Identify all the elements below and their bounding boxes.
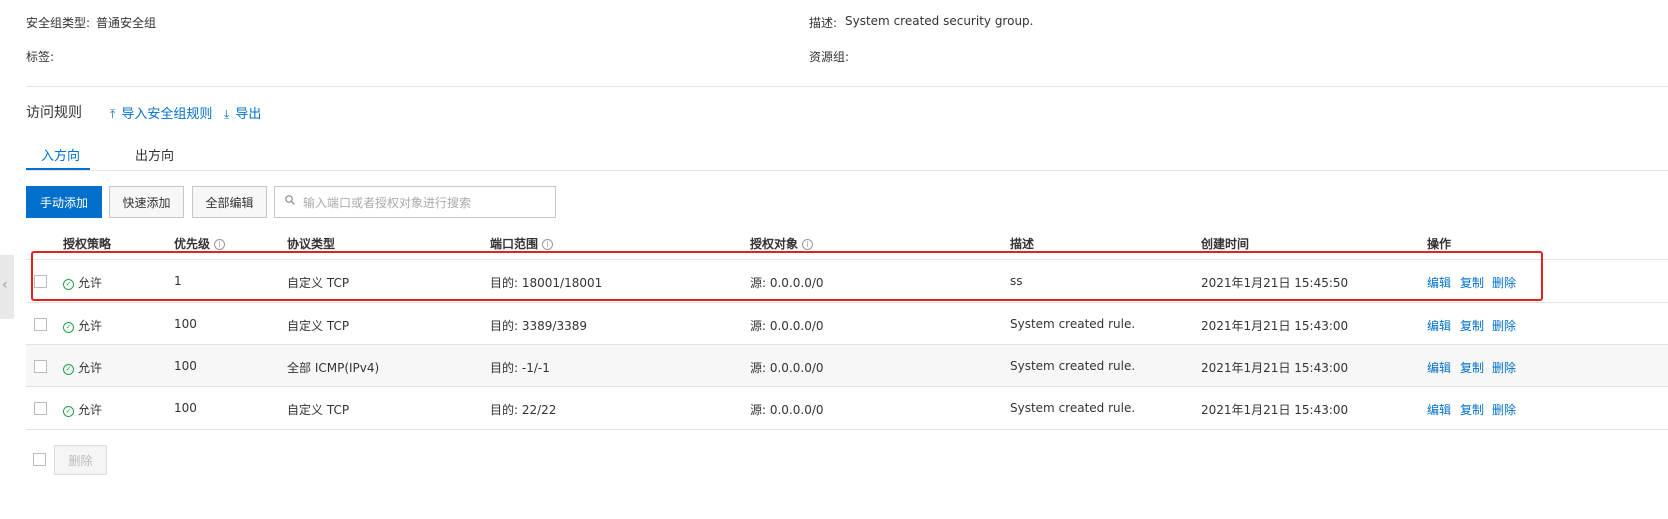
tab-inbound[interactable]: 入方向 [41,145,80,164]
sg-type-value: 普通安全组 [96,16,157,30]
tabs-divider [26,170,1668,171]
protocol-cell: 全部 ICMP(IPv4) [287,361,380,375]
policy-text: 允许 [78,403,103,417]
search-icon [285,195,295,205]
port-cell: 目的: -1/-1 [490,361,550,375]
col-port-label: 端口范围 [490,237,539,251]
description-cell: System created rule. [1010,401,1136,415]
download-icon: ⤓ [224,107,230,121]
priority-cell: 1 [174,274,182,288]
row-checkbox[interactable] [34,402,47,415]
col-actions: 操作 [1427,237,1452,251]
copy-rule-link[interactable]: 复制 [1460,317,1484,334]
description-cell: System created rule. [1010,359,1136,373]
col-protocol: 协议类型 [287,237,336,251]
info-icon[interactable]: i [214,239,226,250]
col-source: 授权对象 i [750,235,814,252]
col-priority: 优先级 i [174,235,226,252]
priority-cell: 100 [174,317,197,331]
copy-rule-link[interactable]: 复制 [1460,401,1484,418]
delete-rule-link[interactable]: 删除 [1492,359,1516,376]
col-port: 端口范围 i [490,235,554,252]
copy-rule-link[interactable]: 复制 [1460,274,1484,291]
check-circle-icon: ✓ [63,406,74,417]
edit-rule-link[interactable]: 编辑 [1427,317,1451,334]
created-cell: 2021年1月21日 15:43:00 [1201,361,1349,375]
edit-all-button[interactable]: 全部编辑 [192,186,267,218]
edit-rule-link[interactable]: 编辑 [1427,359,1451,376]
import-rules-link[interactable]: ⤒ 导入安全组规则 [110,103,212,122]
section-divider [26,86,1668,87]
policy-cell: ✓ 允许 [63,274,102,291]
port-cell: 目的: 22/22 [490,403,557,417]
description-label: 描述: [809,16,838,30]
source-cell: 源: 0.0.0.0/0 [750,276,824,290]
description-cell: ss [1010,274,1023,288]
protocol-cell: 自定义 TCP [287,276,350,290]
description-value: System created security group. [845,14,1034,28]
col-source-label: 授权对象 [750,237,799,251]
rule-search-box[interactable] [274,186,556,219]
sg-type-label: 安全组类型: [26,16,91,30]
priority-cell: 100 [174,401,197,415]
resource-group-label: 资源组: [809,50,850,64]
port-cell: 目的: 18001/18001 [490,276,603,290]
rules-title: 访问规则 [26,105,82,121]
info-icon[interactable]: i [542,239,554,250]
check-circle-icon: ✓ [63,364,74,375]
protocol-cell: 自定义 TCP [287,319,350,333]
table-row: ✓ 允许 100 自定义 TCP 目的: 3389/3389 源: 0.0.0.0… [26,302,1668,345]
policy-cell: ✓ 允许 [63,317,102,334]
check-circle-icon: ✓ [63,279,74,290]
select-all-checkbox[interactable] [33,453,46,466]
policy-cell: ✓ 允许 [63,401,102,418]
row-checkbox[interactable] [34,275,47,288]
created-cell: 2021年1月21日 15:43:00 [1201,319,1349,333]
created-cell: 2021年1月21日 15:45:50 [1201,276,1349,290]
edit-rule-link[interactable]: 编辑 [1427,274,1451,291]
row-checkbox[interactable] [34,318,47,331]
upload-icon: ⤒ [110,107,116,121]
copy-rule-link[interactable]: 复制 [1460,359,1484,376]
table-bottom-border [26,429,1668,430]
priority-cell: 100 [174,359,197,373]
manual-add-button[interactable]: 手动添加 [26,186,102,218]
edit-rule-link[interactable]: 编辑 [1427,401,1451,418]
source-cell: 源: 0.0.0.0/0 [750,319,824,333]
tags-label: 标签: [26,50,55,64]
col-description: 描述 [1010,237,1035,251]
port-cell: 目的: 3389/3389 [490,319,587,333]
source-cell: 源: 0.0.0.0/0 [750,403,824,417]
check-circle-icon: ✓ [63,322,74,333]
sidebar-collapse-handle[interactable]: ‹ [0,255,14,319]
search-input[interactable] [301,187,555,219]
chevron-left-icon: ‹ [2,277,8,293]
batch-delete-button[interactable]: 删除 [54,445,107,475]
table-row: ✓ 允许 100 自定义 TCP 目的: 22/22 源: 0.0.0.0/0 S… [26,386,1668,429]
col-created: 创建时间 [1201,237,1250,251]
table-header: 授权策略 优先级 i 协议类型 端口范围 i 授权对象 i 描述 创建时间 操作 [26,226,1668,258]
quick-add-button[interactable]: 快速添加 [109,186,184,218]
policy-cell: ✓ 允许 [63,359,102,376]
table-row: ✓ 允许 1 自定义 TCP 目的: 18001/18001 源: 0.0.0.0… [26,259,1668,302]
col-policy: 授权策略 [63,237,112,251]
description-cell: System created rule. [1010,317,1136,331]
export-link[interactable]: ⤓ 导出 [224,103,261,122]
table-row: ✓ 允许 100 全部 ICMP(IPv4) 目的: -1/-1 源: 0.0.0… [26,344,1668,387]
source-cell: 源: 0.0.0.0/0 [750,361,824,375]
created-cell: 2021年1月21日 15:43:00 [1201,403,1349,417]
import-rules-label: 导入安全组规则 [121,107,213,122]
tab-outbound[interactable]: 出方向 [135,145,174,164]
col-priority-label: 优先级 [174,237,211,251]
delete-rule-link[interactable]: 删除 [1492,274,1516,291]
protocol-cell: 自定义 TCP [287,403,350,417]
policy-text: 允许 [78,319,103,333]
info-icon[interactable]: i [802,239,814,250]
row-checkbox[interactable] [34,360,47,373]
delete-rule-link[interactable]: 删除 [1492,401,1516,418]
export-label: 导出 [235,107,262,122]
policy-text: 允许 [78,276,103,290]
delete-rule-link[interactable]: 删除 [1492,317,1516,334]
policy-text: 允许 [78,361,103,375]
